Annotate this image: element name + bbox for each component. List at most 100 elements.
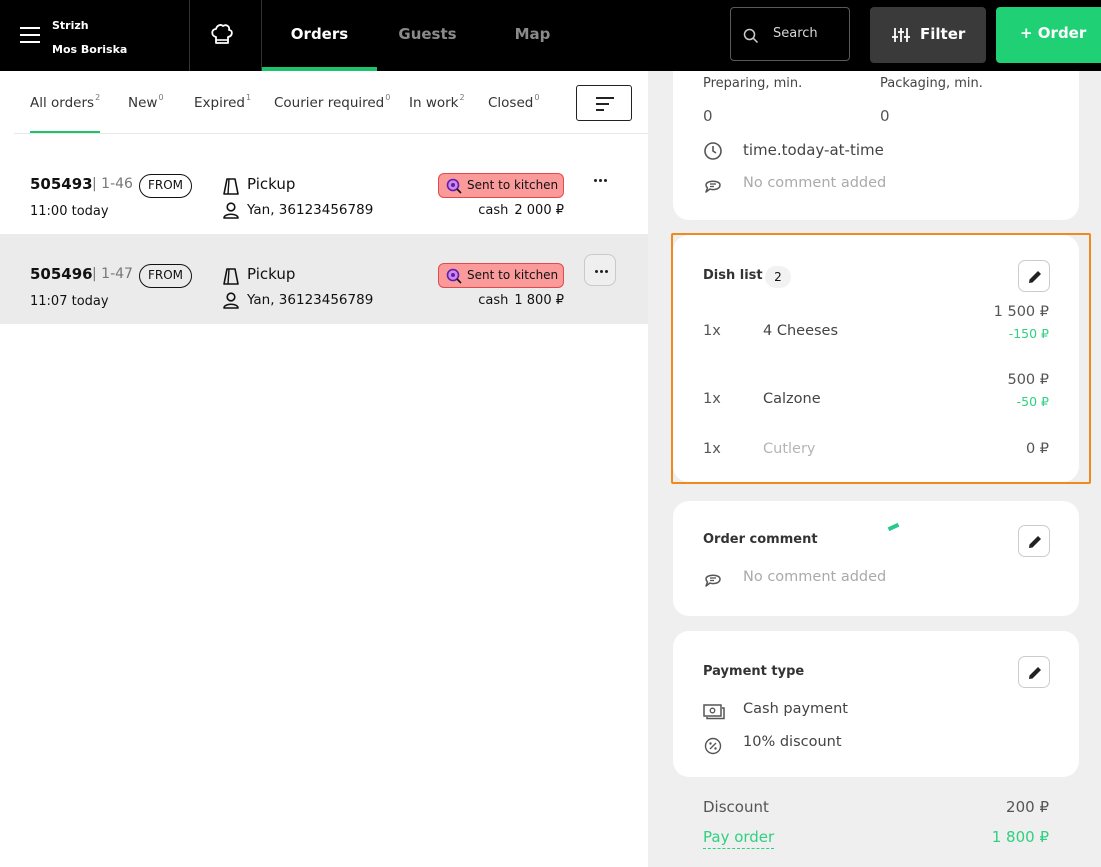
status-badge: Sent to kitchen xyxy=(438,173,564,198)
tab-count: 1 xyxy=(245,93,252,102)
comment-icon xyxy=(705,180,721,193)
packaging-label: Packaging, min. xyxy=(880,76,983,91)
discount-label: Discount xyxy=(703,798,769,816)
tab-count: 0 xyxy=(534,93,540,102)
order-type: Pickup xyxy=(247,175,296,193)
status-label: Sent to kitchen xyxy=(467,178,559,192)
time-text: time.today-at-time xyxy=(743,141,884,159)
order-slot: | 1-46 xyxy=(92,176,133,192)
sort-icon xyxy=(596,109,604,111)
sliders-icon xyxy=(892,28,910,42)
company-name: Strizh xyxy=(52,19,89,32)
sort-button[interactable] xyxy=(576,85,632,121)
dot xyxy=(604,179,607,182)
order-comment-text: No comment added xyxy=(743,569,887,585)
tab-count: 2 xyxy=(95,93,101,102)
kitchen-status-icon xyxy=(446,268,462,284)
tab-label: Expired xyxy=(194,95,245,111)
add-order-label: + Order xyxy=(1020,24,1087,42)
user-icon xyxy=(223,292,239,309)
order-times-card: Preparing, min. Packaging, min. 0 0 time… xyxy=(673,71,1079,220)
search-placeholder: Search xyxy=(773,26,818,41)
order-comment-title: Order comment xyxy=(703,532,818,547)
order-type: Pickup xyxy=(247,265,296,283)
order-amount: 2 000 ₽ xyxy=(514,203,564,218)
preparing-value: 0 xyxy=(703,107,713,125)
edit-comment-button[interactable] xyxy=(1018,525,1050,557)
filter-label: Filter xyxy=(920,25,966,43)
order-row[interactable]: 505496 | 1-47 FROM 11:07 today Pickup Ya… xyxy=(0,234,648,324)
order-row[interactable]: 505493 | 1-46 FROM 11:00 today Pickup Ya… xyxy=(0,144,648,234)
payment-type-card: Payment type Cash payment 10% discount xyxy=(673,631,1079,777)
payment-summary: cash 1 800 ₽ xyxy=(478,293,564,308)
bag-icon xyxy=(223,268,239,285)
location-name: Mos Boriska xyxy=(52,43,128,56)
order-number: 505496 xyxy=(30,265,93,283)
payment-method: cash xyxy=(478,203,509,218)
divider xyxy=(14,133,648,134)
selection-highlight xyxy=(671,233,1091,484)
order-time: 11:00 today xyxy=(30,204,109,219)
more-options-button[interactable] xyxy=(584,164,616,196)
tab-orders[interactable]: Orders xyxy=(262,0,377,71)
tab-expired[interactable]: Expired1 xyxy=(194,93,251,111)
payment-method: cash xyxy=(478,293,509,308)
filter-button[interactable]: Filter xyxy=(870,7,986,63)
search-input[interactable]: Search xyxy=(730,7,850,61)
order-filter-tabs: All orders2 New0 Expired1 Courier requir… xyxy=(0,71,648,134)
tab-in-work[interactable]: In work2 xyxy=(409,93,465,111)
dot xyxy=(599,179,602,182)
search-icon xyxy=(743,28,759,44)
edit-payment-button[interactable] xyxy=(1018,656,1050,688)
add-order-button[interactable]: + Order xyxy=(996,7,1101,63)
order-time: 11:07 today xyxy=(30,294,109,309)
source-badge: FROM xyxy=(139,174,193,198)
guest-info: Yan, 36123456789 xyxy=(247,292,374,308)
comment-icon xyxy=(705,574,721,587)
tab-label: New xyxy=(128,95,158,111)
tab-label: Courier required xyxy=(274,95,385,111)
payment-discount: 10% discount xyxy=(743,734,842,750)
tab-count: 0 xyxy=(158,93,164,102)
tab-count: 2 xyxy=(459,93,465,102)
pay-order-link[interactable]: Pay order xyxy=(703,828,775,849)
dot xyxy=(605,270,608,273)
chef-hat-icon[interactable] xyxy=(209,22,235,48)
tab-all-orders[interactable]: All orders2 xyxy=(30,93,101,133)
order-slot: | 1-47 xyxy=(92,266,133,282)
bag-icon xyxy=(223,178,239,195)
kitchen-status-icon xyxy=(446,178,462,194)
brand-block: Strizh Mos Boriska xyxy=(52,14,127,62)
sort-icon xyxy=(596,97,614,99)
tab-guests[interactable]: Guests xyxy=(385,0,470,71)
tab-courier-required[interactable]: Courier required0 xyxy=(274,93,390,111)
more-options-button[interactable] xyxy=(584,254,616,286)
source-badge: FROM xyxy=(139,264,193,288)
tab-label: All orders xyxy=(30,95,95,111)
pencil-icon xyxy=(1029,536,1041,548)
tab-map[interactable]: Map xyxy=(495,0,570,71)
tab-closed[interactable]: Closed0 xyxy=(488,93,539,111)
divider xyxy=(189,0,190,71)
order-number: 505493 xyxy=(30,175,93,193)
preparing-label: Preparing, min. xyxy=(703,76,803,91)
payment-method: Cash payment xyxy=(743,701,848,717)
order-comment-card: Order comment No comment added xyxy=(673,501,1079,616)
status-badge: Sent to kitchen xyxy=(438,263,564,288)
user-icon xyxy=(223,202,239,219)
tab-count: 0 xyxy=(385,93,391,102)
packaging-value: 0 xyxy=(880,107,890,125)
menu-icon[interactable] xyxy=(20,27,40,43)
top-bar: Strizh Mos Boriska Orders Guests Map Sea… xyxy=(0,0,1101,71)
order-amount: 1 800 ₽ xyxy=(514,293,564,308)
tab-new[interactable]: New0 xyxy=(128,93,164,111)
tab-label: Closed xyxy=(488,95,534,111)
sort-icon xyxy=(596,103,609,105)
pencil-icon xyxy=(1029,667,1041,679)
dot xyxy=(595,270,598,273)
dot xyxy=(600,270,603,273)
payment-type-title: Payment type xyxy=(703,664,805,679)
cash-icon xyxy=(703,704,725,720)
order-details-panel[interactable]: Preparing, min. Packaging, min. 0 0 time… xyxy=(648,71,1101,867)
dot xyxy=(594,179,597,182)
